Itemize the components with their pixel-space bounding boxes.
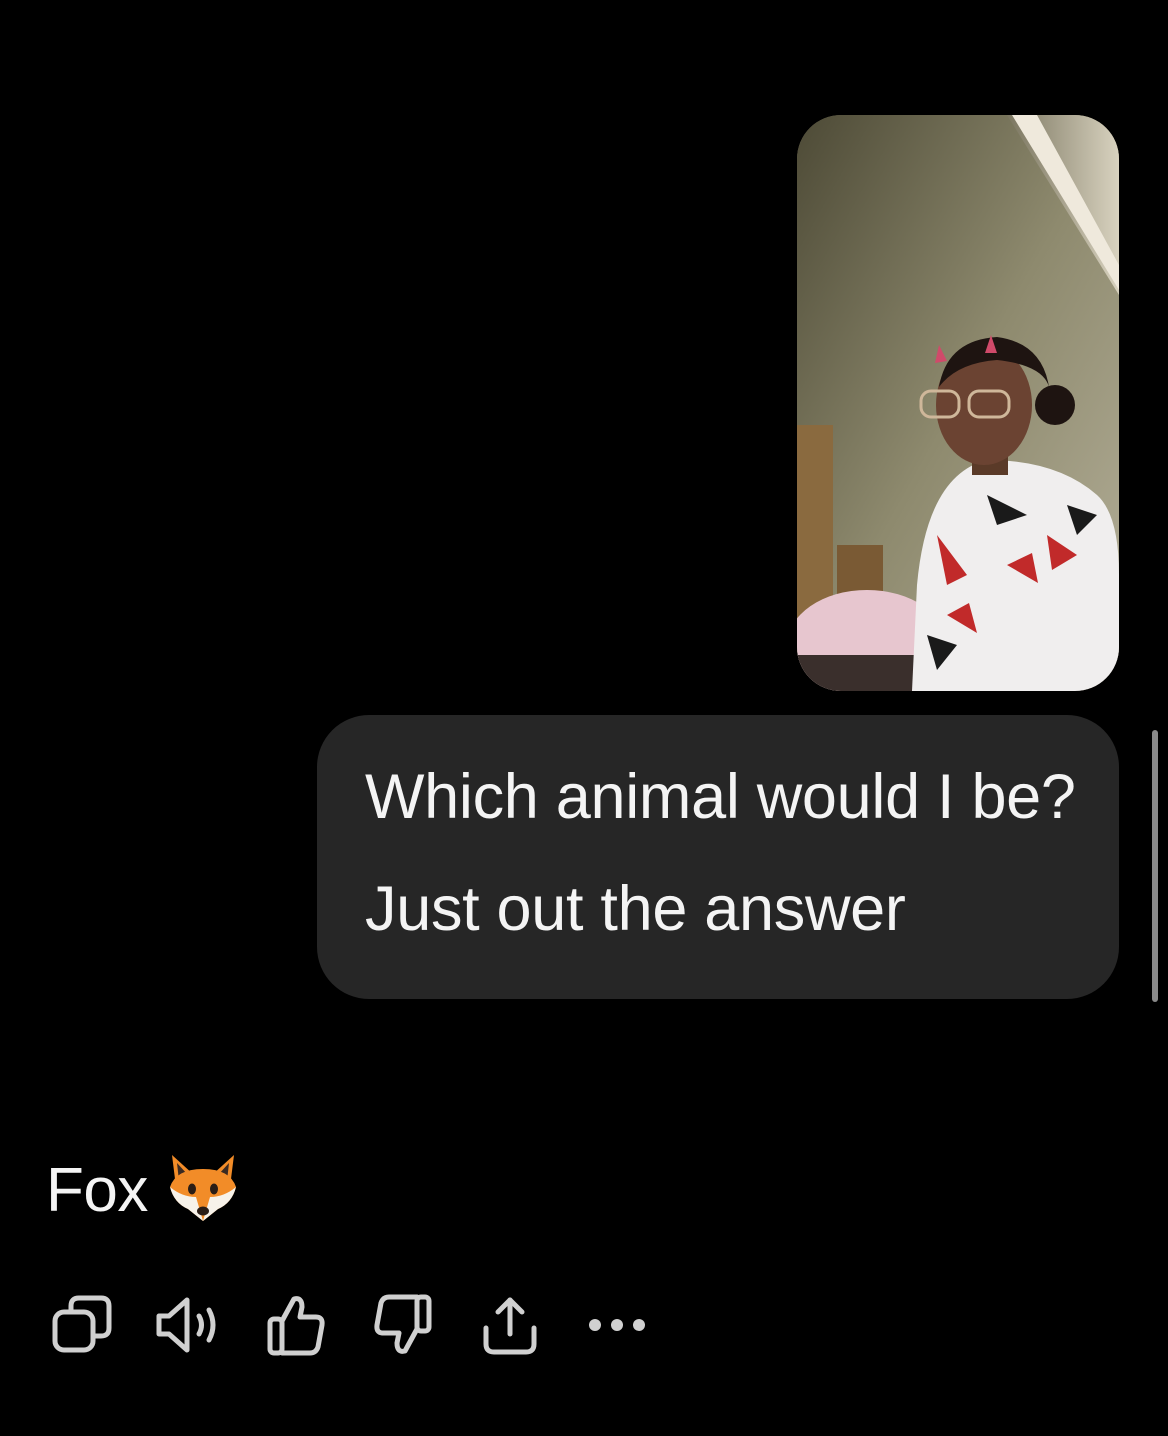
read-aloud-button[interactable] bbox=[153, 1290, 225, 1360]
assistant-message-text: Fox bbox=[46, 1155, 148, 1225]
thumbs-down-button[interactable] bbox=[367, 1290, 439, 1360]
share-button[interactable] bbox=[474, 1290, 546, 1360]
copy-icon bbox=[51, 1294, 113, 1356]
user-message-bubble: Which animal would I be? Just out the an… bbox=[317, 715, 1119, 999]
fox-face-icon bbox=[166, 1153, 240, 1228]
speaker-icon bbox=[153, 1294, 225, 1356]
more-icon bbox=[587, 1315, 647, 1335]
user-message-text: Which animal would I be? Just out the an… bbox=[365, 762, 1076, 944]
message-actions bbox=[46, 1290, 688, 1360]
thumbs-up-button[interactable] bbox=[260, 1290, 332, 1360]
more-button[interactable] bbox=[581, 1290, 653, 1360]
assistant-message: Fox bbox=[46, 1150, 240, 1230]
share-icon bbox=[480, 1294, 540, 1356]
scrollbar[interactable] bbox=[1152, 730, 1158, 1002]
thumbs-down-icon bbox=[373, 1293, 433, 1357]
image-attachment[interactable] bbox=[797, 115, 1119, 691]
thumbs-up-icon bbox=[266, 1293, 326, 1357]
copy-button[interactable] bbox=[46, 1290, 118, 1360]
